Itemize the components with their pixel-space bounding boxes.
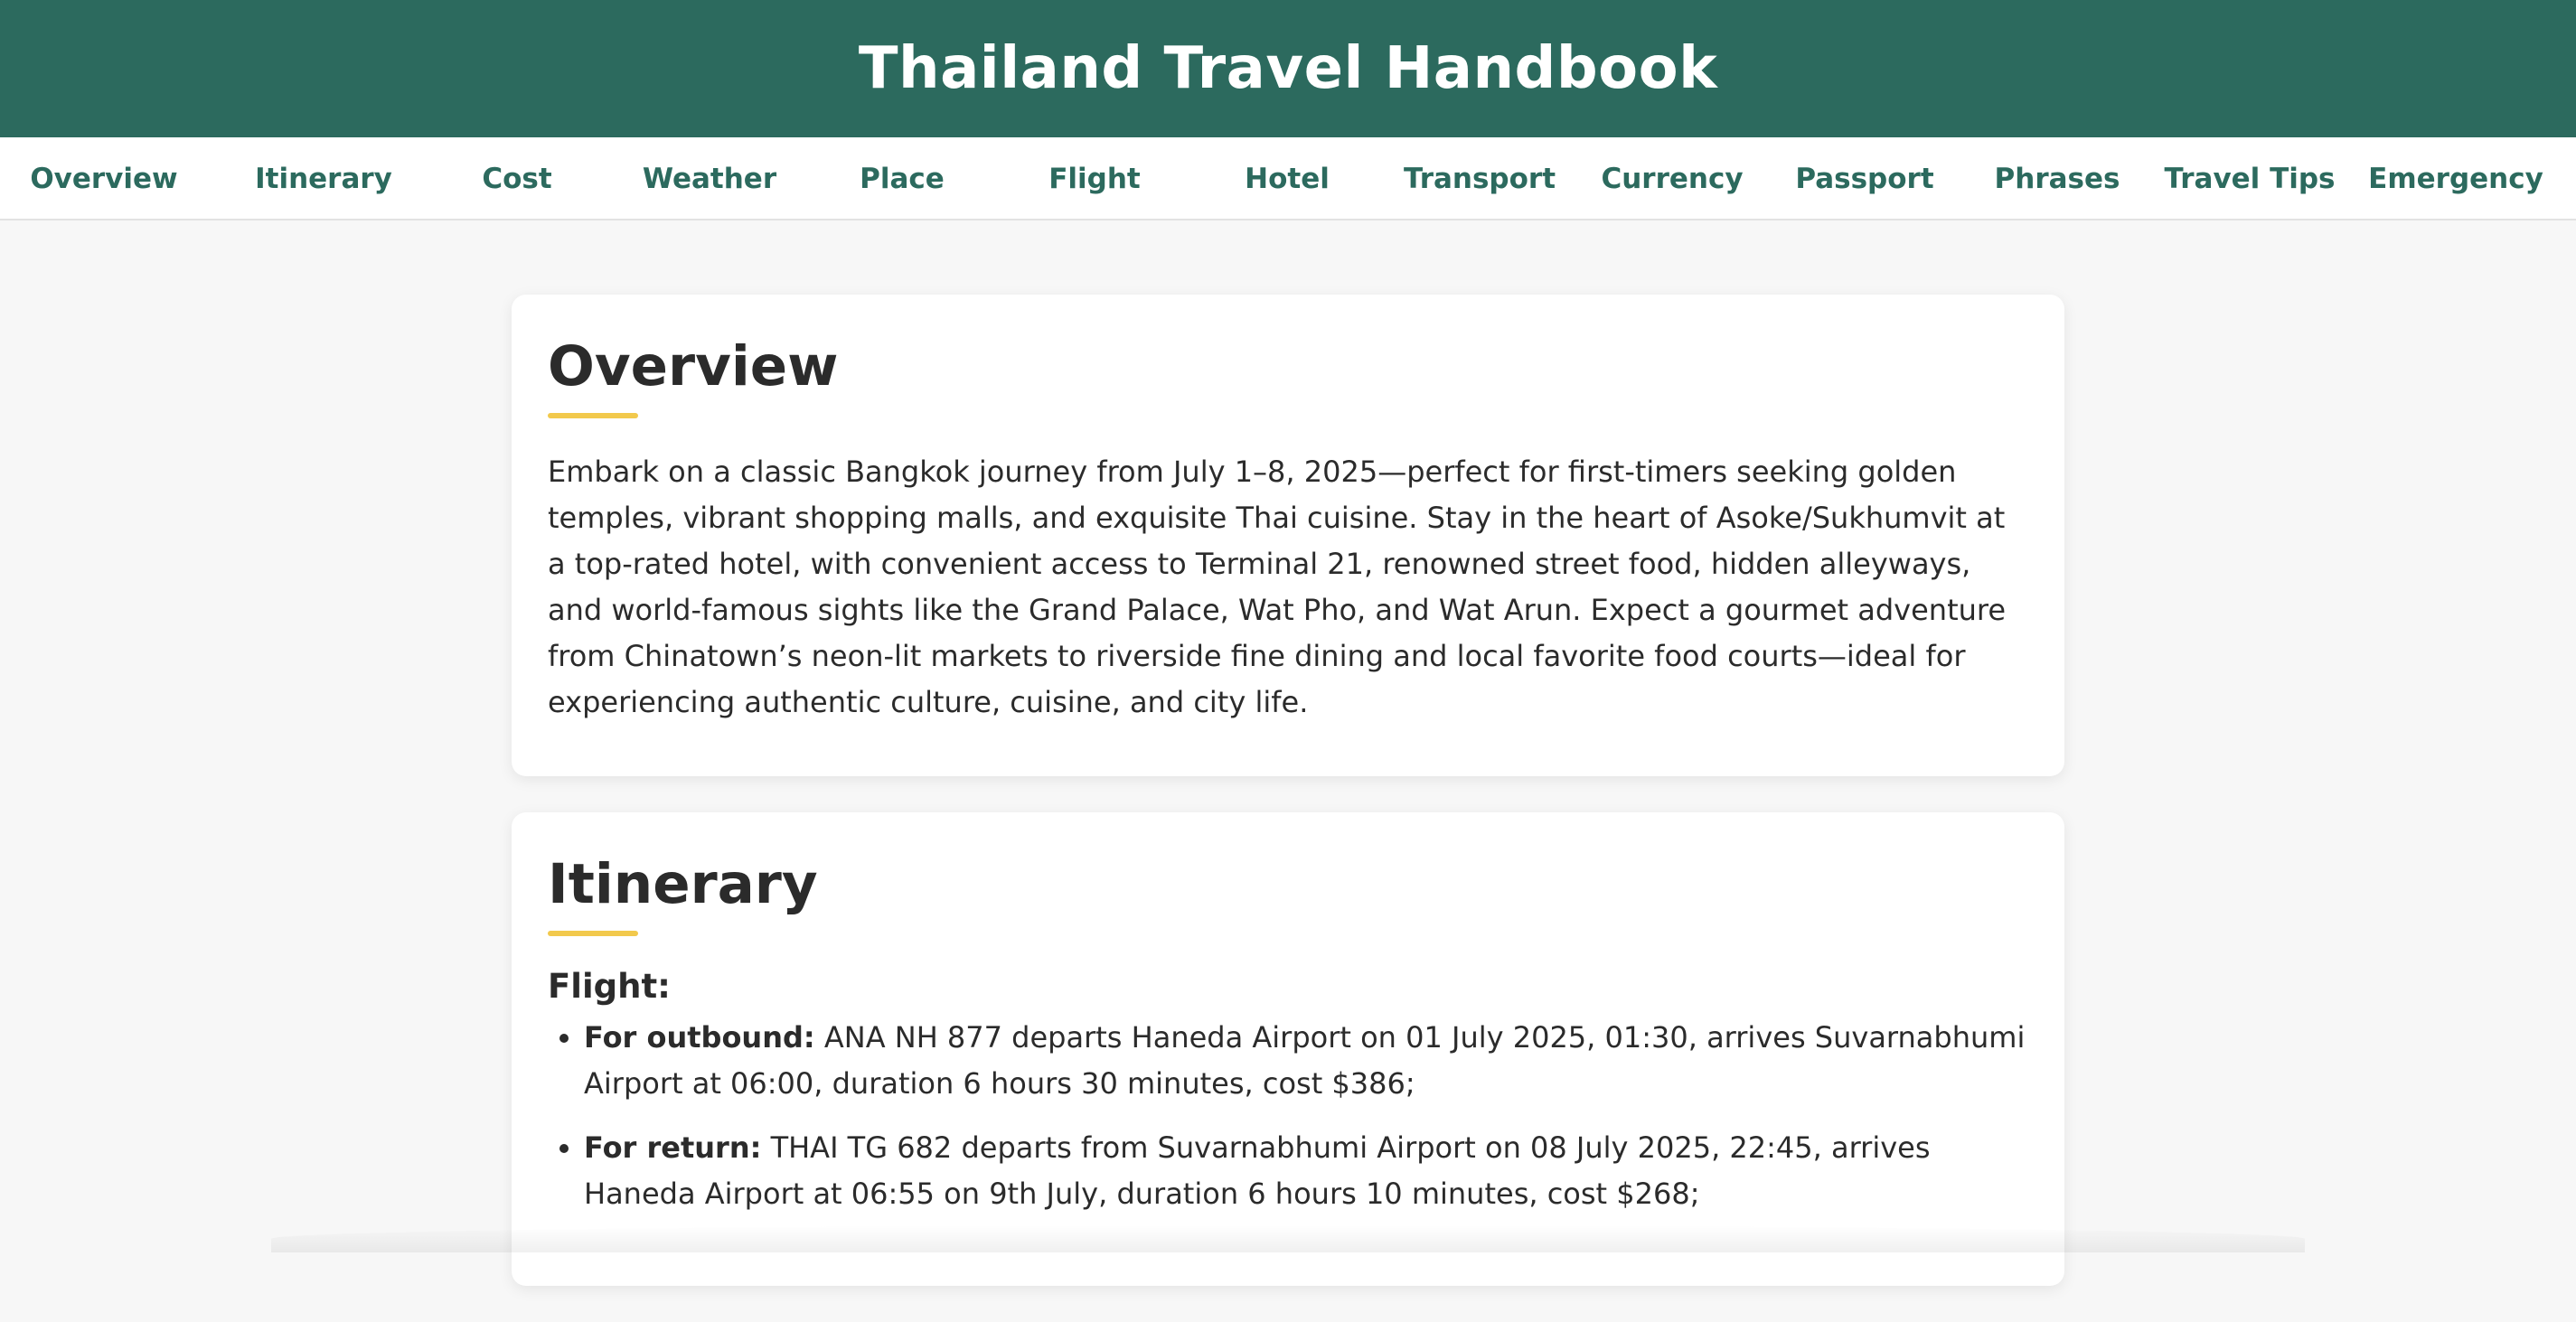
bottom-shadow: [271, 1225, 2305, 1252]
nav-link-flight[interactable]: Flight: [1048, 137, 1141, 220]
item-text: THAI TG 682 departs from Suvarnabhumi Ai…: [584, 1130, 1931, 1211]
overview-text: Embark on a classic Bangkok journey from…: [548, 449, 2028, 726]
title-underline: [548, 931, 638, 936]
nav-link-hotel[interactable]: Hotel: [1245, 137, 1330, 220]
nav-link-emergency[interactable]: Emergency: [2368, 137, 2543, 220]
nav-link-currency[interactable]: Currency: [1601, 137, 1743, 220]
nav-link-overview[interactable]: Overview: [30, 137, 177, 220]
flight-heading: Flight:: [548, 967, 2028, 1006]
overview-card: Overview Embark on a classic Bangkok jou…: [512, 295, 2064, 776]
nav-bar: Overview Itinerary Cost Weather Place Fl…: [0, 137, 2576, 220]
nav-link-passport[interactable]: Passport: [1795, 137, 1933, 220]
nav-link-transport[interactable]: Transport: [1404, 137, 1556, 220]
nav-link-travel-tips[interactable]: Travel Tips: [2164, 137, 2335, 220]
nav-link-weather[interactable]: Weather: [643, 137, 776, 220]
site-title: Thailand Travel Handbook: [859, 35, 1717, 102]
item-label: For return:: [584, 1130, 761, 1165]
itinerary-title: Itinerary: [548, 854, 2028, 914]
overview-title: Overview: [548, 336, 2028, 397]
title-underline: [548, 413, 638, 418]
item-label: For outbound:: [584, 1020, 815, 1055]
nav-link-place[interactable]: Place: [860, 137, 945, 220]
main-content: Overview Embark on a classic Bangkok jou…: [512, 295, 2064, 1322]
itinerary-card: Itinerary Flight: For outbound: ANA NH 8…: [512, 812, 2064, 1286]
site-header: Thailand Travel Handbook: [0, 0, 2576, 137]
flight-list: For outbound: ANA NH 877 departs Haneda …: [548, 1015, 2028, 1217]
nav-link-phrases[interactable]: Phrases: [1995, 137, 2120, 220]
nav-link-itinerary[interactable]: Itinerary: [255, 137, 392, 220]
list-item: For outbound: ANA NH 877 departs Haneda …: [584, 1015, 2028, 1107]
nav-link-cost[interactable]: Cost: [482, 137, 551, 220]
list-item: For return: THAI TG 682 departs from Suv…: [584, 1125, 2028, 1217]
